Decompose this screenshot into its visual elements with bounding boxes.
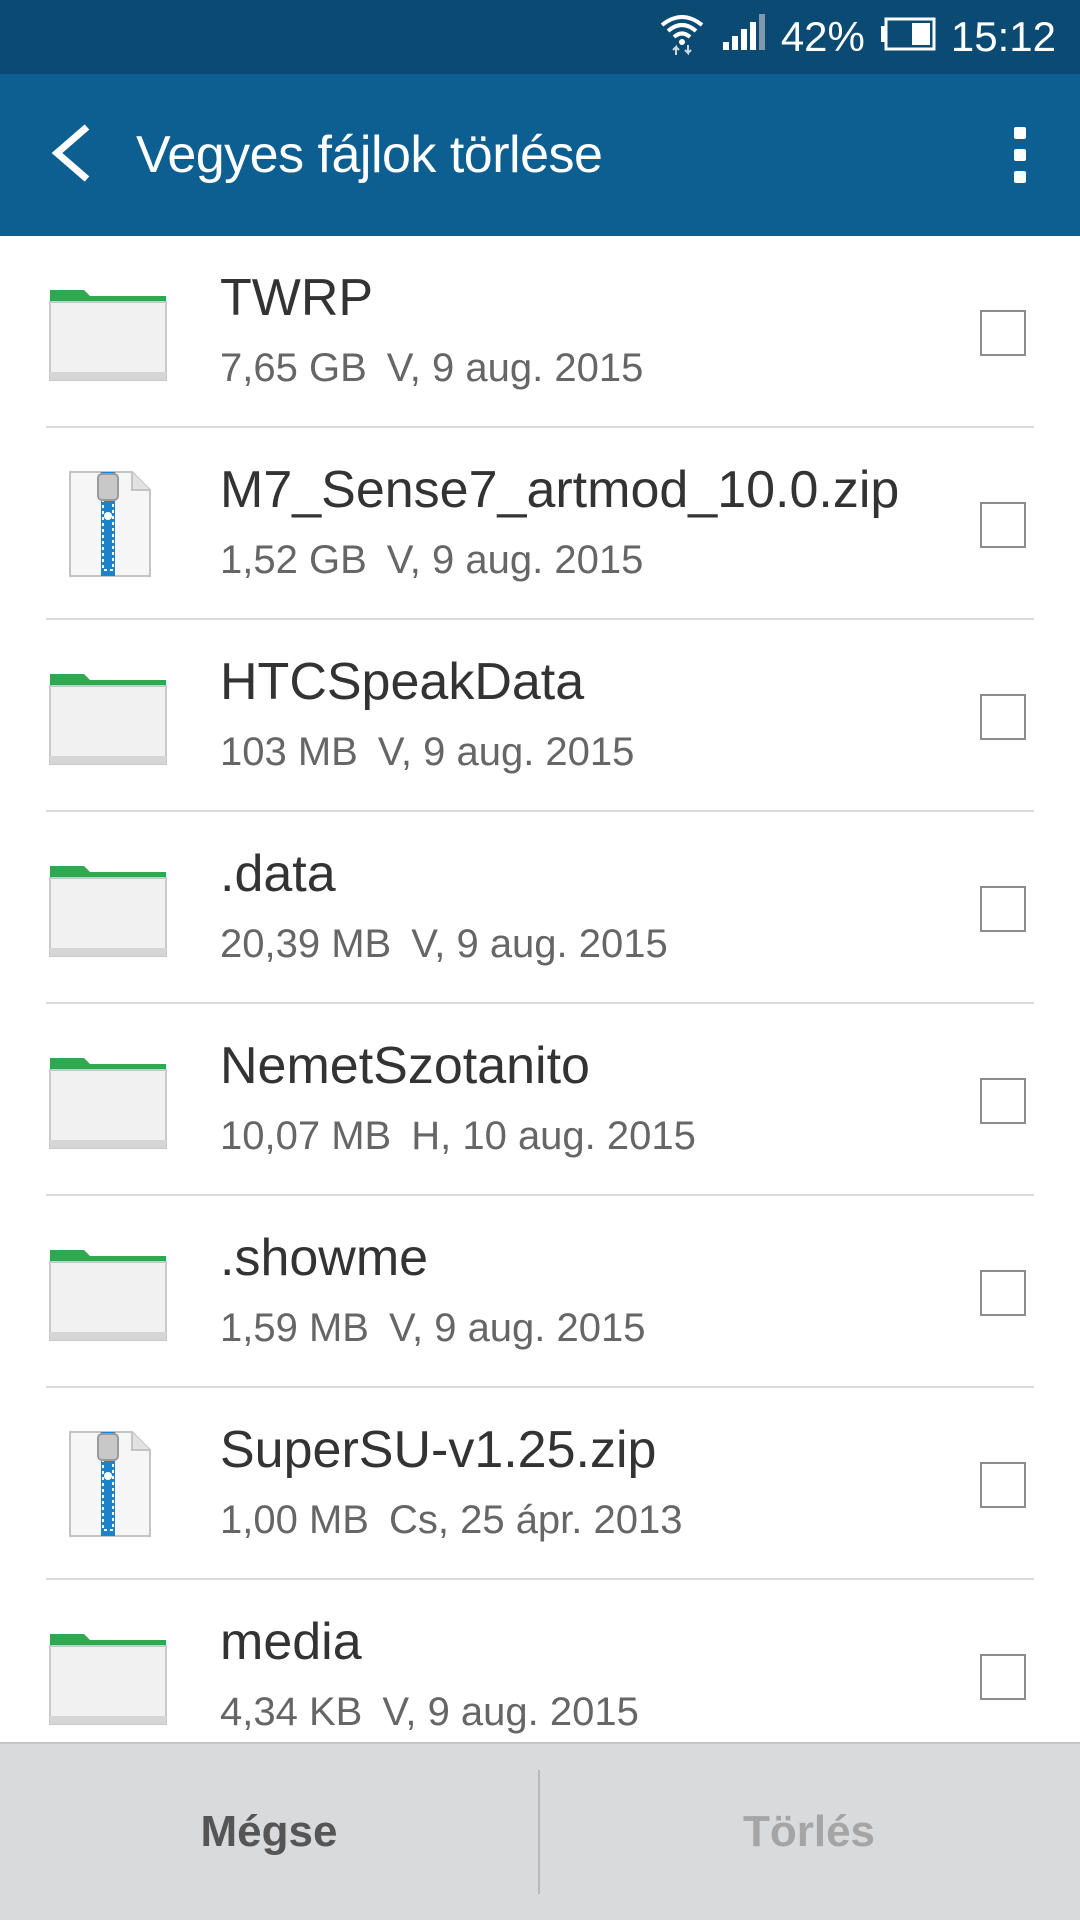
file-meta: 7,65 GB V, 9 aug. 2015	[220, 346, 643, 391]
folder-icon	[46, 1044, 170, 1156]
file-date: Cs, 25 ápr. 2013	[388, 1498, 683, 1542]
file-size: 1,52 GB	[220, 538, 367, 582]
app-bar: Vegyes fájlok törlése	[0, 74, 1080, 236]
file-row[interactable]: TWRP 7,65 GB V, 9 aug. 2015	[0, 236, 1080, 428]
file-row[interactable]: M7_Sense7_artmod_10.0.zip 1,52 GB V, 9 au…	[0, 428, 1080, 620]
folder-icon	[46, 1236, 170, 1348]
file-date: V, 9 aug. 2015	[386, 538, 644, 582]
folder-icon	[46, 852, 170, 964]
file-size: 7,65 GB	[220, 346, 367, 390]
file-size: 10,07 MB	[220, 1114, 392, 1158]
wifi-icon	[657, 7, 707, 67]
battery-percent: 42%	[780, 13, 865, 60]
file-meta: 4,34 KB V, 9 aug. 2015	[220, 1690, 639, 1735]
back-button[interactable]	[36, 118, 106, 192]
file-meta: 10,07 MB H, 10 aug. 2015	[220, 1114, 696, 1159]
file-date: H, 10 aug. 2015	[411, 1114, 696, 1158]
select-checkbox[interactable]	[980, 1654, 1026, 1700]
select-checkbox[interactable]	[980, 886, 1026, 932]
file-date: V, 9 aug. 2015	[386, 346, 644, 390]
cancel-button[interactable]: Mégse	[0, 1744, 538, 1920]
file-meta: 20,39 MB V, 9 aug. 2015	[220, 922, 668, 967]
select-checkbox[interactable]	[980, 1078, 1026, 1124]
file-name: HTCSpeakData	[220, 653, 585, 711]
status-indicators: 42% 15:12	[657, 0, 1056, 74]
select-checkbox[interactable]	[980, 502, 1026, 548]
file-row[interactable]: media 4,34 KB V, 9 aug. 2015	[0, 1580, 1080, 1742]
more-vert-icon	[1014, 127, 1026, 139]
file-row[interactable]: NemetSzotanito 10,07 MB H, 10 aug. 2015	[0, 1004, 1080, 1196]
file-name: .data	[220, 845, 336, 903]
zip-file-icon	[46, 1428, 170, 1540]
file-row[interactable]: .showme 1,59 MB V, 9 aug. 2015	[0, 1196, 1080, 1388]
page-title: Vegyes fájlok törlése	[136, 126, 603, 184]
select-checkbox[interactable]	[980, 694, 1026, 740]
file-date: V, 9 aug. 2015	[411, 922, 668, 966]
file-list: TWRP 7,65 GB V, 9 aug. 2015 M7_Sense7_art…	[0, 236, 1080, 1742]
folder-icon	[46, 1620, 170, 1732]
file-size: 4,34 KB	[220, 1690, 363, 1734]
file-date: V, 9 aug. 2015	[382, 1690, 639, 1734]
select-checkbox[interactable]	[980, 310, 1026, 356]
file-size: 1,59 MB	[220, 1306, 369, 1350]
file-meta: 1,00 MB Cs, 25 ápr. 2013	[220, 1498, 683, 1543]
file-meta: 1,52 GB V, 9 aug. 2015	[220, 538, 643, 583]
file-name: TWRP	[220, 269, 374, 327]
file-size: 103 MB	[220, 730, 358, 774]
folder-icon	[46, 660, 170, 772]
file-name: media	[220, 1613, 362, 1671]
file-meta: 1,59 MB V, 9 aug. 2015	[220, 1306, 646, 1351]
select-checkbox[interactable]	[980, 1462, 1026, 1508]
file-row[interactable]: HTCSpeakData 103 MB V, 9 aug. 2015	[0, 620, 1080, 812]
folder-icon	[46, 276, 170, 388]
back-arrow-icon	[49, 123, 93, 188]
clock: 15:12	[950, 13, 1056, 60]
signal-icon	[721, 12, 767, 62]
bottom-action-bar: Mégse Törlés	[0, 1742, 1080, 1920]
delete-button[interactable]: Törlés	[540, 1744, 1078, 1920]
file-row[interactable]: SuperSU-v1.25.zip 1,00 MB Cs, 25 ápr. 201…	[0, 1388, 1080, 1580]
battery-icon	[879, 13, 937, 61]
file-name: .showme	[220, 1229, 429, 1287]
file-row[interactable]: .data 20,39 MB V, 9 aug. 2015	[0, 812, 1080, 1004]
file-meta: 103 MB V, 9 aug. 2015	[220, 730, 634, 775]
file-name: NemetSzotanito	[220, 1037, 590, 1095]
select-checkbox[interactable]	[980, 1270, 1026, 1316]
file-date: V, 9 aug. 2015	[377, 730, 635, 774]
zip-file-icon	[46, 468, 170, 580]
file-name: M7_Sense7_artmod_10.0.zip	[220, 461, 900, 519]
overflow-menu-button[interactable]	[990, 118, 1050, 192]
status-bar: 42% 15:12	[0, 0, 1080, 74]
file-size: 1,00 MB	[220, 1498, 369, 1542]
file-size: 20,39 MB	[220, 922, 392, 966]
file-name: SuperSU-v1.25.zip	[220, 1421, 657, 1479]
file-date: V, 9 aug. 2015	[388, 1306, 646, 1350]
